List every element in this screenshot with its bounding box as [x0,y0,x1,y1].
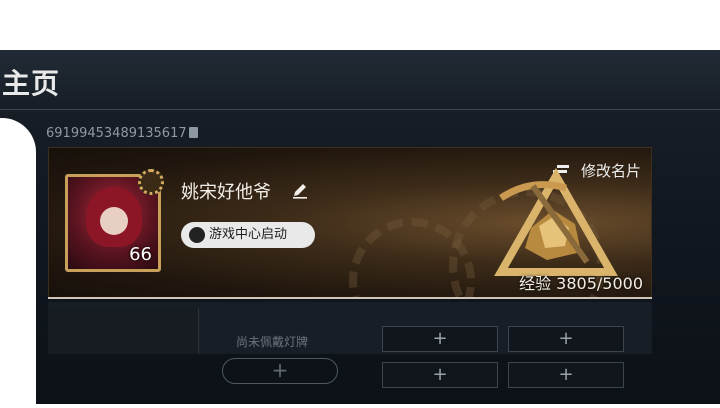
pickaxe-emblem-icon [494,168,618,276]
copy-icon[interactable] [188,127,198,138]
launch-button-label: 游戏中心启动 [209,227,288,242]
plate-slot-3[interactable]: + [382,362,498,388]
username: 姚宋好他爷 [181,182,271,203]
left-overlay-panel [0,118,36,408]
profile-card: 66 姚宋好他爷 游戏中心启动 修改名片 经验 3805/5000 [48,147,652,299]
plate-slot-4[interactable]: + [508,362,624,388]
page-title: 主页 [2,67,61,100]
qq-penguin-icon [189,227,205,243]
card-divider [48,297,652,299]
header-divider [0,109,720,110]
add-plate-button[interactable]: + [222,358,338,384]
avatar-face [100,207,128,235]
no-plate-label: 尚未佩戴灯牌 [236,335,309,349]
edit-name-icon[interactable] [291,182,309,200]
header-bar: 主页 [0,50,720,110]
player-level: 66 [129,244,152,265]
plate-slot-2[interactable]: + [508,326,624,352]
gear-badge-icon [138,169,164,195]
avatar[interactable]: 66 [65,169,164,272]
plate-slot-1[interactable]: + [382,326,498,352]
plates-left-panel [48,308,199,354]
game-center-launch-button[interactable]: 游戏中心启动 [181,222,315,248]
experience-text: 经验 3805/5000 [519,274,643,293]
player-id: 691994534891356​17 [46,126,187,141]
player-id-row[interactable]: 691994534891356​17 [46,126,198,141]
